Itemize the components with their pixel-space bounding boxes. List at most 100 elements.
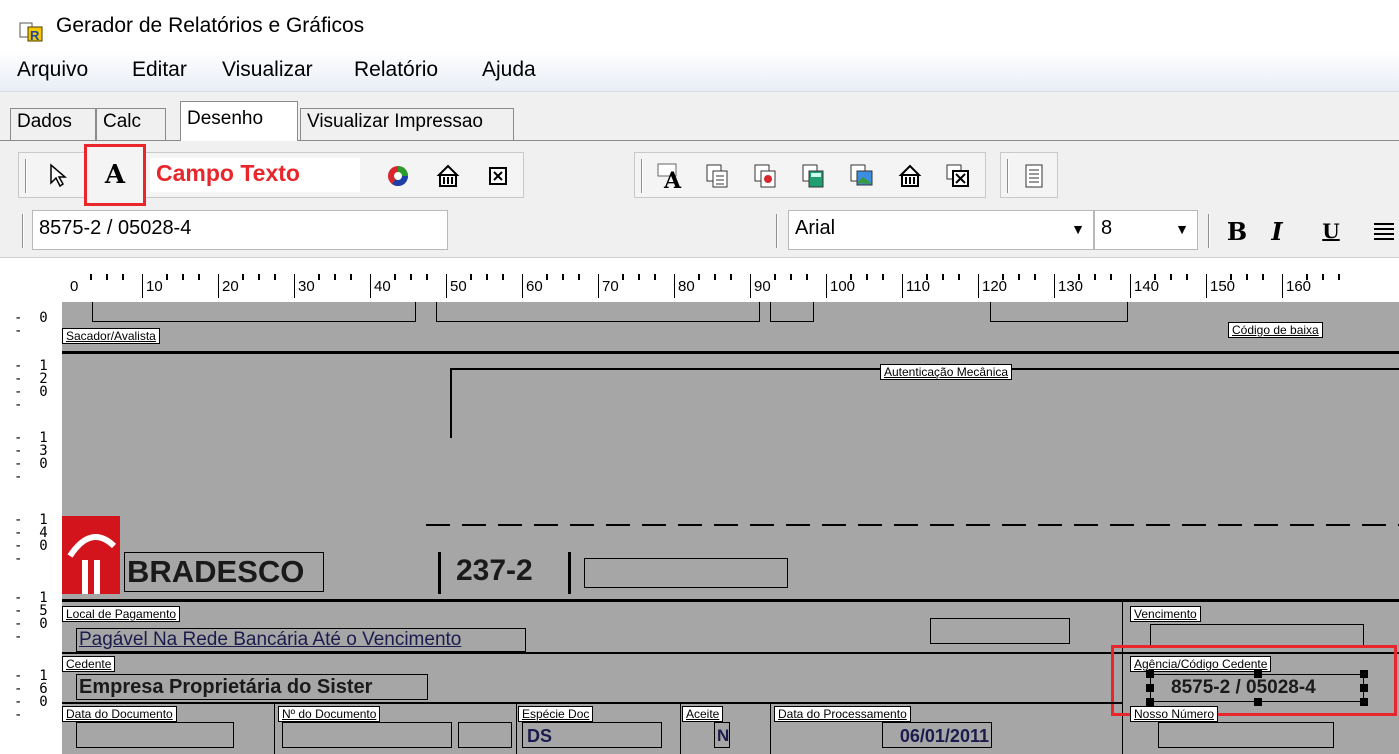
- text-field-button[interactable]: A: [84, 144, 146, 206]
- especie-doc-value[interactable]: DS: [522, 722, 662, 748]
- toolbar-grip[interactable]: [1208, 214, 1210, 248]
- label-data-processamento[interactable]: Data do Processamento: [774, 706, 911, 722]
- label-vencimento[interactable]: Vencimento: [1130, 606, 1201, 622]
- cut-line-dash: [462, 524, 486, 526]
- italic-button[interactable]: I: [1260, 214, 1294, 248]
- field-box[interactable]: [930, 618, 1070, 644]
- label-codigo-baixa[interactable]: Código de baixa: [1228, 322, 1323, 338]
- separator-line[interactable]: [62, 351, 1399, 354]
- list-icon[interactable]: [1019, 161, 1049, 191]
- field-box[interactable]: [458, 722, 512, 748]
- cedente-value[interactable]: Empresa Proprietária do Sister: [76, 674, 428, 700]
- cut-line-dash: [534, 524, 558, 526]
- picture-icon[interactable]: [847, 161, 877, 191]
- aceite-value[interactable]: N: [714, 722, 730, 748]
- dropdown-arrow-icon[interactable]: ▼: [1071, 221, 1085, 237]
- tab-desenho[interactable]: Desenho: [180, 101, 298, 141]
- image-field-icon[interactable]: [433, 161, 463, 191]
- image-house-icon[interactable]: [895, 161, 925, 191]
- ruler-minor-tick: [334, 274, 336, 280]
- field-box[interactable]: [436, 302, 760, 322]
- cut-line-dash: [1074, 524, 1098, 526]
- ruler-minor-tick: [1230, 274, 1232, 280]
- align-icon[interactable]: [1366, 214, 1399, 248]
- text-style-icon[interactable]: A: [655, 161, 685, 191]
- local-pagamento-value[interactable]: Pagável Na Rede Bancária Até o Venciment…: [76, 628, 526, 652]
- ruler-minor-tick: [806, 274, 808, 280]
- ruler-label: 0: [70, 278, 79, 295]
- document-chart-icon[interactable]: [751, 161, 781, 191]
- font-size-select[interactable]: 8 ▼: [1094, 210, 1198, 250]
- font-name-select[interactable]: Arial ▼: [788, 210, 1094, 250]
- design-canvas[interactable]: Sacador/Avalista Código de baixa Autenti…: [62, 302, 1399, 754]
- field-box[interactable]: [990, 302, 1128, 322]
- menu-ajuda[interactable]: Ajuda: [482, 58, 536, 82]
- data-processamento-value[interactable]: 06/01/2011: [882, 722, 992, 748]
- auth-line[interactable]: [450, 368, 452, 438]
- delete-object-icon[interactable]: [943, 161, 973, 191]
- underline-button[interactable]: U: [1314, 214, 1348, 248]
- chart-pie-icon[interactable]: [383, 161, 413, 191]
- field-box[interactable]: [92, 302, 416, 322]
- separator-line[interactable]: [62, 702, 1122, 704]
- menu-visualizar[interactable]: Visualizar: [222, 58, 313, 82]
- ruler-minor-tick: [1078, 274, 1080, 280]
- tab-calc[interactable]: Calc: [96, 108, 166, 140]
- label-nosso-numero[interactable]: Nosso Número: [1130, 706, 1219, 722]
- cut-line-dash: [606, 524, 630, 526]
- menu-relatorio[interactable]: Relatório: [354, 58, 438, 82]
- copy-icon[interactable]: [703, 161, 733, 191]
- field-value-input[interactable]: 8575-2 / 05028-4: [32, 210, 448, 250]
- column-divider[interactable]: [680, 704, 681, 754]
- pointer-icon[interactable]: [43, 161, 73, 191]
- dropdown-arrow-icon[interactable]: ▼: [1175, 221, 1189, 237]
- nosso-numero-box[interactable]: [1158, 722, 1334, 748]
- menu-editar[interactable]: Editar: [132, 58, 187, 82]
- tab-bar: Dados Calc Desenho Visualizar Impressao: [0, 92, 1399, 144]
- label-sacador[interactable]: Sacador/Avalista: [62, 328, 160, 344]
- label-local-pagamento[interactable]: Local de Pagamento: [62, 606, 181, 622]
- ruler-minor-tick: [394, 274, 396, 280]
- field-box[interactable]: [770, 302, 814, 322]
- svg-text:A: A: [663, 168, 682, 190]
- ruler-minor-tick: [1110, 274, 1112, 280]
- label-autenticacao[interactable]: Autenticação Mecânica: [880, 364, 1013, 380]
- linha-digitavel-box[interactable]: [584, 558, 788, 588]
- toolbar-grip[interactable]: [776, 214, 778, 248]
- toolbar-grip[interactable]: [1007, 159, 1009, 193]
- ruler-minor-tick: [882, 274, 884, 280]
- bradesco-logo-icon[interactable]: [62, 516, 120, 594]
- column-divider[interactable]: [770, 704, 771, 754]
- ruler-minor-tick: [318, 274, 320, 280]
- toolbar-grip[interactable]: [641, 159, 643, 193]
- data-documento-box[interactable]: [76, 722, 234, 748]
- column-divider[interactable]: [516, 704, 517, 754]
- calculator-icon[interactable]: [799, 161, 829, 191]
- nr-documento-box[interactable]: [282, 722, 452, 748]
- column-divider[interactable]: [274, 704, 275, 754]
- tab-visualizar-impressao[interactable]: Visualizar Impressao: [300, 108, 514, 140]
- menu-arquivo[interactable]: Arquivo: [17, 58, 88, 82]
- title-bar: R Gerador de Relatórios e Gráficos: [0, 0, 1399, 50]
- bank-code-divider[interactable]: [438, 552, 441, 594]
- toolbar-grip[interactable]: [25, 159, 27, 193]
- label-cedente[interactable]: Cedente: [62, 656, 116, 672]
- label-data-documento[interactable]: Data do Documento: [62, 706, 177, 722]
- cut-line-dash: [750, 524, 774, 526]
- tab-dados[interactable]: Dados: [10, 108, 96, 140]
- bold-button[interactable]: B: [1220, 214, 1254, 248]
- label-aceite[interactable]: Aceite: [682, 706, 724, 722]
- vertical-ruler: - 0 - - 1 - 2 - 0 - - 1 - 3 - 0 - - 1 - …: [0, 302, 62, 754]
- bank-code-field[interactable]: 237-2: [456, 554, 533, 588]
- close-box-icon[interactable]: [483, 161, 513, 191]
- ruler-minor-tick: [622, 274, 624, 280]
- bank-code-divider[interactable]: [568, 552, 571, 594]
- separator-line[interactable]: [62, 599, 1399, 602]
- cut-line-dash: [1218, 524, 1242, 526]
- ruler-tick: [826, 274, 827, 298]
- cut-line-dash: [1110, 524, 1134, 526]
- label-especie-doc[interactable]: Espécie Doc: [518, 706, 594, 722]
- bank-name-field[interactable]: BRADESCO: [124, 552, 324, 592]
- toolbar-grip[interactable]: [22, 214, 24, 248]
- label-nr-documento[interactable]: Nº do Documento: [278, 706, 381, 722]
